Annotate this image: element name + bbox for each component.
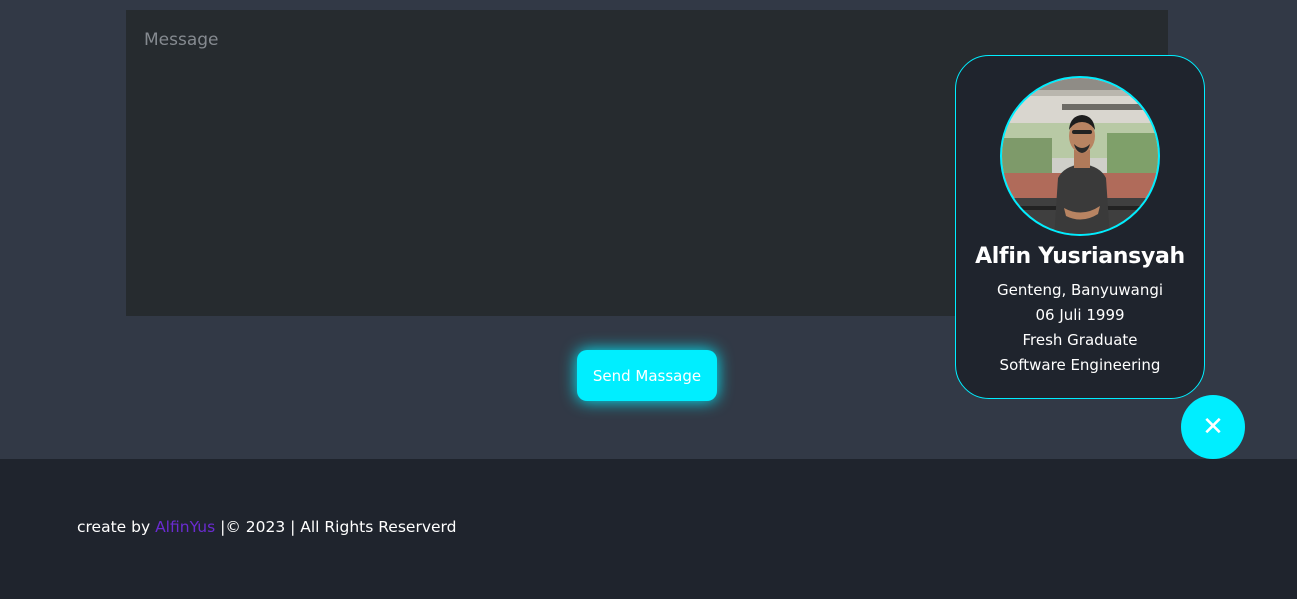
footer-author-link[interactable]: AlfinYus [155,518,215,536]
profile-birth-date: 06 Juli 1999 [1035,306,1125,324]
profile-field: Software Engineering [999,356,1161,374]
profile-location: Genteng, Banyuwangi [996,281,1164,299]
footer-copyright: create by AlfinYus |© 2023 | All Rights … [77,518,456,536]
profile-avatar [1000,76,1160,236]
footer-prefix: create by [77,518,156,536]
profile-name: Alfin Yusriansyah [975,244,1185,269]
footer-suffix: |© 2023 | All Rights Reserverd [215,518,457,536]
close-profile-button[interactable]: ✕ [1181,395,1245,459]
send-message-button[interactable]: Send Massage [577,350,717,401]
close-icon: ✕ [1202,412,1224,442]
profile-photo [1002,78,1158,234]
profile-card: Alfin Yusriansyah Genteng, Banyuwangi 06… [955,55,1205,399]
profile-status: Fresh Graduate [1022,331,1138,349]
